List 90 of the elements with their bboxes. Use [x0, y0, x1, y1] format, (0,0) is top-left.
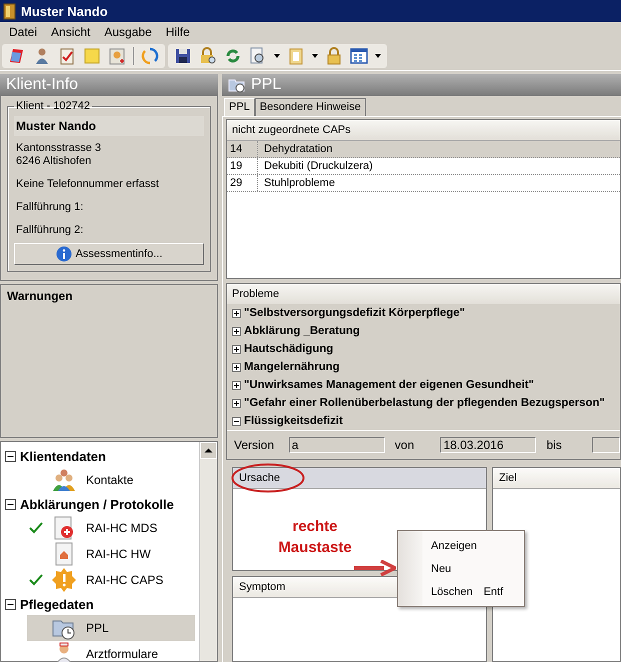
table-cell[interactable]: Dekubiti (Druckulzera) — [258, 160, 373, 172]
table-cell[interactable]: Dehydratation — [258, 143, 332, 155]
problem-item[interactable]: Mangelernährung — [244, 361, 340, 373]
caret-icon[interactable] — [274, 54, 280, 58]
address-line: Kantonsstrasse 3 — [15, 142, 102, 155]
tree-group-label[interactable]: Klientendaten — [20, 448, 106, 464]
save-icon[interactable] — [174, 47, 192, 65]
tree-item[interactable]: RAI-HC HW — [27, 541, 195, 567]
expand-icon[interactable] — [232, 362, 241, 372]
tree-item[interactable]: PPL — [27, 615, 195, 641]
tree-item[interactable]: Kontakte — [27, 467, 195, 493]
id-card-icon[interactable] — [108, 47, 126, 65]
problem-item[interactable]: "Gefahr einer Rollenüberbelastung der pflegenden Bezugsperson" — [244, 397, 605, 409]
problem-item[interactable]: Abklärung _Beratung — [244, 325, 360, 337]
tree-group-label[interactable]: Abklärungen / Protokolle — [20, 496, 174, 512]
case-label: Fallführung 1: — [15, 201, 84, 214]
tree-item[interactable]: Arztformulare — [27, 641, 195, 662]
menu-item[interactable]: Hilfe — [158, 24, 197, 40]
problem-item[interactable]: Hautschädigung — [244, 343, 334, 355]
menu-item[interactable]: Datei — [2, 24, 44, 40]
people-icon — [52, 468, 76, 492]
collapse-icon[interactable] — [5, 498, 16, 510]
check-icon — [29, 574, 43, 586]
menu-item[interactable]: Ausgabe — [97, 24, 159, 40]
app-icon — [3, 2, 17, 20]
scrollbar[interactable] — [199, 442, 217, 661]
collapse-icon[interactable] — [232, 416, 241, 426]
menu-item[interactable]: Löschen Entf — [398, 580, 524, 603]
lock-icon[interactable] — [325, 47, 343, 65]
expand-icon[interactable] — [232, 344, 241, 354]
input-field[interactable]: 18.03.2016 — [440, 437, 536, 453]
tree-item[interactable]: RAI-HC CAPS — [27, 567, 195, 593]
tree-item[interactable]: RAI-HC MDS — [27, 515, 195, 541]
case-label: Fallführung 2: — [15, 224, 84, 237]
problem-item[interactable]: Flüssigkeitsdefizit — [244, 415, 343, 427]
clipboard-check-icon[interactable] — [58, 47, 76, 65]
person-icon[interactable] — [33, 47, 51, 65]
input-field[interactable] — [592, 437, 620, 453]
tab[interactable]: PPL — [224, 98, 255, 116]
panel-header: Warnungen — [6, 288, 74, 305]
arrow — [354, 560, 396, 576]
menu-item[interactable]: Ansicht — [44, 24, 98, 40]
collapse-icon[interactable] — [5, 598, 16, 610]
clipboard-icon[interactable] — [287, 47, 305, 65]
expand-icon[interactable] — [232, 326, 241, 336]
expand-icon[interactable] — [232, 398, 241, 408]
section-header-label: Ziel — [499, 472, 517, 484]
phone-text: Keine Telefonnummer erfasst — [15, 177, 160, 191]
tab[interactable]: Besondere Hinweise — [254, 98, 366, 116]
menu-item[interactable]: Anzeigen — [398, 534, 524, 557]
info-icon — [56, 246, 72, 262]
table-cell[interactable]: 29 — [227, 175, 258, 191]
address-line: 6246 Altishofen — [15, 155, 92, 168]
field-label: bis — [545, 438, 563, 452]
field-label: Version — [234, 438, 276, 452]
annotation-text: rechte Maustaste — [277, 517, 353, 558]
assessment-button[interactable]: Assessmentinfo... — [14, 243, 204, 265]
input-field[interactable]: a — [288, 437, 385, 453]
section-header: nicht zugeordnete CAPs — [227, 120, 620, 141]
check-icon — [29, 522, 43, 534]
panel-header: Klient-Info — [0, 74, 218, 96]
panel-header: PPL — [251, 76, 282, 94]
caret-icon[interactable] — [312, 54, 318, 58]
table-cell[interactable]: 14 — [227, 141, 258, 157]
document-cross-icon — [52, 516, 76, 540]
problem-item[interactable]: "Unwirksames Management der eigenen Gesundheit" — [244, 379, 534, 391]
expand-icon[interactable] — [232, 380, 241, 390]
table-cell[interactable]: 19 — [227, 158, 258, 174]
menu-item[interactable]: Neu — [398, 557, 524, 580]
refresh-icon[interactable] — [224, 47, 242, 65]
notebook-icon[interactable] — [8, 47, 26, 65]
warning-badge-icon — [52, 568, 76, 592]
caret-icon[interactable] — [375, 54, 381, 58]
field-label: von — [394, 438, 416, 452]
expand-icon[interactable] — [232, 308, 241, 318]
refresh-arc-icon[interactable] — [141, 47, 159, 65]
client-name: Muster Nando — [14, 116, 204, 136]
section-header-label: Ursache — [239, 472, 280, 484]
lock-search-icon[interactable] — [199, 47, 217, 65]
tree-group-label[interactable]: Pflegedaten — [20, 596, 94, 612]
grid-icon[interactable] — [350, 47, 368, 65]
section-header: Probleme — [227, 284, 620, 304]
window-title: Muster Nando — [21, 4, 108, 18]
folder-clock-icon — [228, 77, 246, 93]
scroll-up-icon[interactable] — [200, 442, 217, 459]
table-cell[interactable]: Stuhlprobleme — [258, 177, 335, 189]
group-label: Klient - 102742 — [15, 100, 91, 112]
collapse-icon[interactable] — [5, 450, 16, 462]
problem-item[interactable]: "Selbstversorgungsdefizit Körperpflege" — [244, 307, 465, 319]
section-header-label: Symptom — [239, 581, 286, 593]
